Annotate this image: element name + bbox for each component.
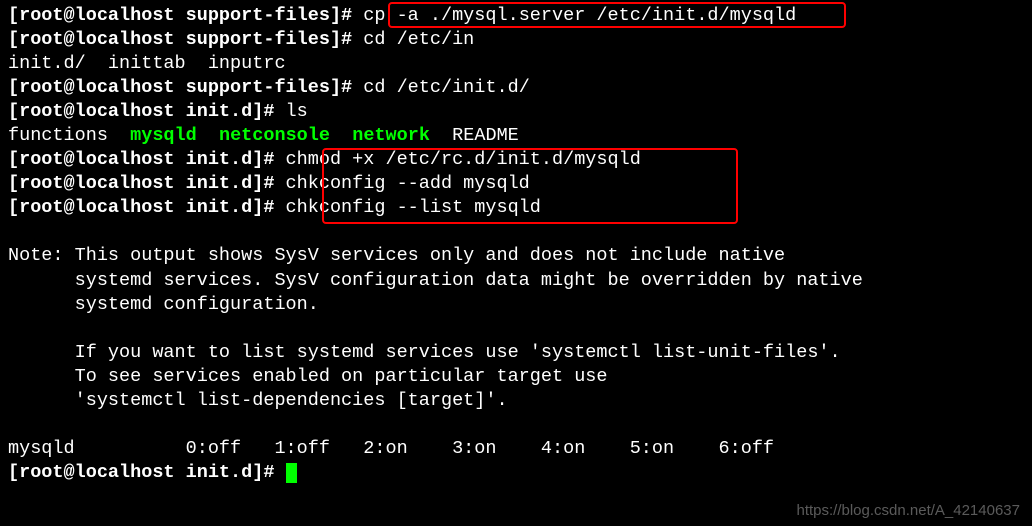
note-line: 'systemctl list-dependencies [target]'.: [8, 389, 1024, 413]
command-chmod: chmod +x /etc/rc.d/init.d/mysqld: [286, 149, 641, 170]
prompt: [root@localhost init.d]#: [8, 101, 286, 122]
file-mysqld: mysqld: [130, 125, 197, 146]
prompt: [root@localhost init.d]#: [8, 197, 286, 218]
prompt: [root@localhost init.d]#: [8, 462, 286, 483]
terminal-line: [root@localhost init.d]# ls: [8, 100, 1024, 124]
prompt: [root@localhost support-files]#: [8, 5, 363, 26]
command-cd: cd /etc/in: [363, 29, 474, 50]
file-network: network: [352, 125, 430, 146]
command-chkconfig-add: chkconfig --add mysqld: [286, 173, 530, 194]
terminal-line: [root@localhost init.d]# chmod +x /etc/r…: [8, 148, 1024, 172]
file-readme: README: [452, 125, 519, 146]
ls-output: functions mysqld netconsole network READ…: [8, 124, 1024, 148]
terminal-line: [root@localhost init.d]#: [8, 461, 1024, 485]
terminal-line: [root@localhost init.d]# chkconfig --lis…: [8, 196, 1024, 220]
prompt: [root@localhost support-files]#: [8, 77, 363, 98]
note-line: Note: This output shows SysV services on…: [8, 244, 1024, 268]
blank-line: [8, 220, 1024, 244]
note-line: To see services enabled on particular ta…: [8, 365, 1024, 389]
terminal-line: [root@localhost support-files]# cd /etc/…: [8, 76, 1024, 100]
command-chkconfig-list: chkconfig --list mysqld: [286, 197, 541, 218]
terminal-line: [root@localhost init.d]# chkconfig --add…: [8, 172, 1024, 196]
note-line: systemd services. SysV configuration dat…: [8, 269, 1024, 293]
prompt: [root@localhost init.d]#: [8, 149, 286, 170]
watermark: https://blog.csdn.net/A_42140637: [796, 501, 1020, 521]
terminal-line: [root@localhost support-files]# cd /etc/…: [8, 28, 1024, 52]
chkconfig-status: mysqld 0:off 1:off 2:on 3:on 4:on 5:on 6…: [8, 437, 1024, 461]
prompt: [root@localhost init.d]#: [8, 173, 286, 194]
file-functions: functions: [8, 125, 130, 146]
terminal-line: [root@localhost support-files]# cp -a ./…: [8, 4, 1024, 28]
note-line: systemd configuration.: [8, 293, 1024, 317]
command-cp: cp -a ./mysql.server /etc/init.d/mysqld: [363, 5, 796, 26]
command-ls: ls: [286, 101, 308, 122]
file-netconsole: netconsole: [219, 125, 330, 146]
prompt: [root@localhost support-files]#: [8, 29, 363, 50]
blank-line: [8, 317, 1024, 341]
command-cd: cd /etc/init.d/: [363, 77, 530, 98]
tab-completion: init.d/ inittab inputrc: [8, 52, 1024, 76]
blank-line: [8, 413, 1024, 437]
cursor[interactable]: [286, 463, 297, 483]
note-line: If you want to list systemd services use…: [8, 341, 1024, 365]
